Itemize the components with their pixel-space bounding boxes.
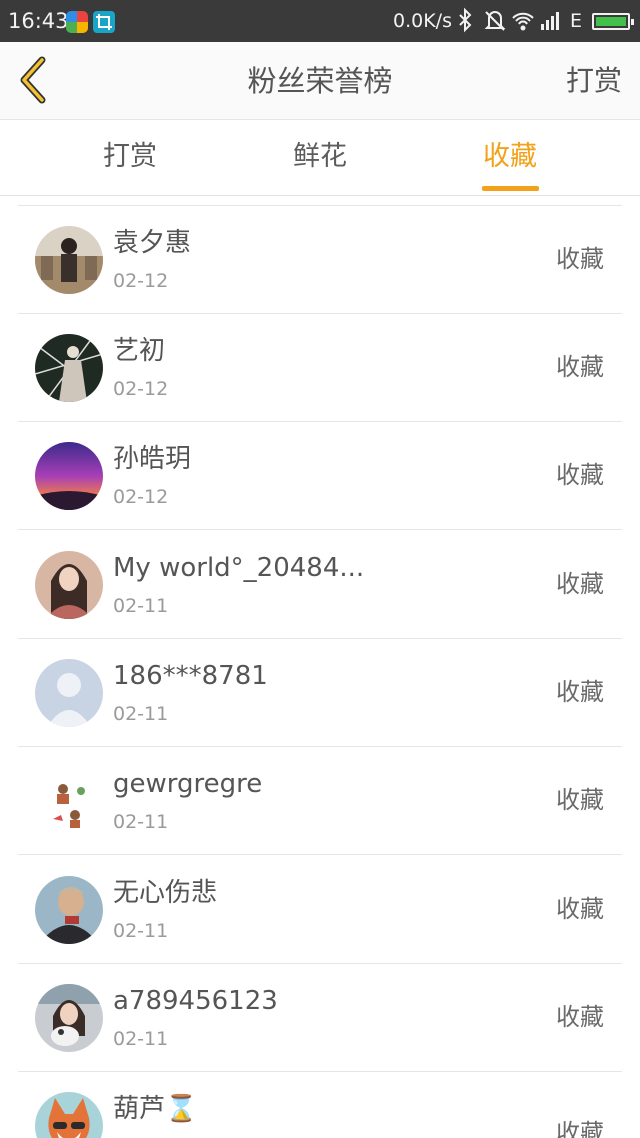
list-item[interactable]: 无心伤悲 02-11 收藏 bbox=[18, 856, 622, 964]
favorite-label: 收藏 bbox=[556, 786, 604, 814]
avatar bbox=[35, 767, 103, 835]
list-item[interactable]: a789456123 02-11 收藏 bbox=[18, 964, 622, 1072]
status-bar: 16:43 0.0K/s E bbox=[0, 0, 640, 42]
crop-app-icon bbox=[93, 11, 115, 33]
network-speed: 0.0K/s bbox=[393, 10, 452, 32]
list-item[interactable]: 186***8781 02-11 收藏 bbox=[18, 639, 622, 747]
favorite-label: 收藏 bbox=[556, 461, 604, 489]
user-name: gewrgregre bbox=[113, 769, 263, 799]
tab-favorites[interactable]: 收藏 bbox=[450, 140, 570, 174]
status-time: 16:43 bbox=[8, 9, 69, 33]
avatar bbox=[35, 551, 103, 619]
default-avatar-icon bbox=[35, 659, 103, 727]
battery-charging-icon bbox=[592, 13, 634, 30]
user-name: My world°_20484... bbox=[113, 553, 365, 583]
status-icons bbox=[457, 7, 587, 35]
avatar bbox=[35, 334, 103, 402]
user-name: 袁夕惠 bbox=[113, 228, 192, 258]
page-title: 粉丝荣誉榜 bbox=[247, 64, 393, 98]
user-name: a789456123 bbox=[113, 986, 278, 1016]
item-date: 02-11 bbox=[113, 811, 169, 833]
tab-flowers[interactable]: 鲜花 bbox=[260, 140, 380, 174]
wifi-icon bbox=[512, 12, 534, 31]
favorite-label: 收藏 bbox=[556, 570, 604, 598]
item-date: 02-12 bbox=[113, 378, 169, 400]
list-item[interactable]: My world°_20484... 02-11 收藏 bbox=[18, 531, 622, 639]
list-item[interactable]: 袁夕惠 02-12 收藏 bbox=[18, 206, 622, 314]
header: 粉丝荣誉榜 打赏 bbox=[0, 42, 640, 120]
list-item[interactable]: 艺初 02-12 收藏 bbox=[18, 314, 622, 422]
tip-button[interactable]: 打赏 bbox=[566, 64, 622, 98]
item-date: 02-12 bbox=[113, 270, 169, 292]
avatar bbox=[35, 442, 103, 510]
user-name: 无心伤悲 bbox=[113, 878, 218, 908]
tab-tip[interactable]: 打赏 bbox=[70, 140, 190, 174]
favorite-label: 收藏 bbox=[556, 678, 604, 706]
avatar bbox=[35, 1092, 103, 1138]
user-name: 孙皓玥 bbox=[113, 444, 192, 474]
list-item[interactable]: gewrgregre 02-11 收藏 bbox=[18, 747, 622, 855]
bluetooth-icon bbox=[459, 7, 472, 33]
favorite-label: 收藏 bbox=[556, 1119, 604, 1138]
favorite-label: 收藏 bbox=[556, 353, 604, 381]
user-name: 186***8781 bbox=[113, 661, 268, 691]
item-date: 02-11 bbox=[113, 703, 169, 725]
app-icon-1 bbox=[66, 11, 88, 33]
user-name: 艺初 bbox=[113, 336, 166, 366]
avatar bbox=[35, 876, 103, 944]
item-date: 02-11 bbox=[113, 595, 169, 617]
tab-bar: 打赏 鲜花 收藏 bbox=[0, 120, 640, 196]
list-item[interactable]: 葫芦⌛ 收藏 bbox=[18, 1072, 622, 1138]
avatar bbox=[35, 984, 103, 1052]
item-date: 02-12 bbox=[113, 486, 169, 508]
network-type: E bbox=[570, 10, 583, 32]
item-date: 02-11 bbox=[113, 920, 169, 942]
mute-bell-icon bbox=[484, 11, 506, 31]
favorite-label: 收藏 bbox=[556, 245, 604, 273]
favorite-label: 收藏 bbox=[556, 895, 604, 923]
item-date: 02-11 bbox=[113, 1028, 169, 1050]
favorite-label: 收藏 bbox=[556, 1003, 604, 1031]
list-item[interactable]: 孙皓玥 02-12 收藏 bbox=[18, 422, 622, 530]
avatar bbox=[35, 226, 103, 294]
user-name: 葫芦⌛ bbox=[113, 1094, 198, 1124]
signal-icon bbox=[541, 12, 559, 30]
active-tab-indicator bbox=[482, 186, 539, 191]
